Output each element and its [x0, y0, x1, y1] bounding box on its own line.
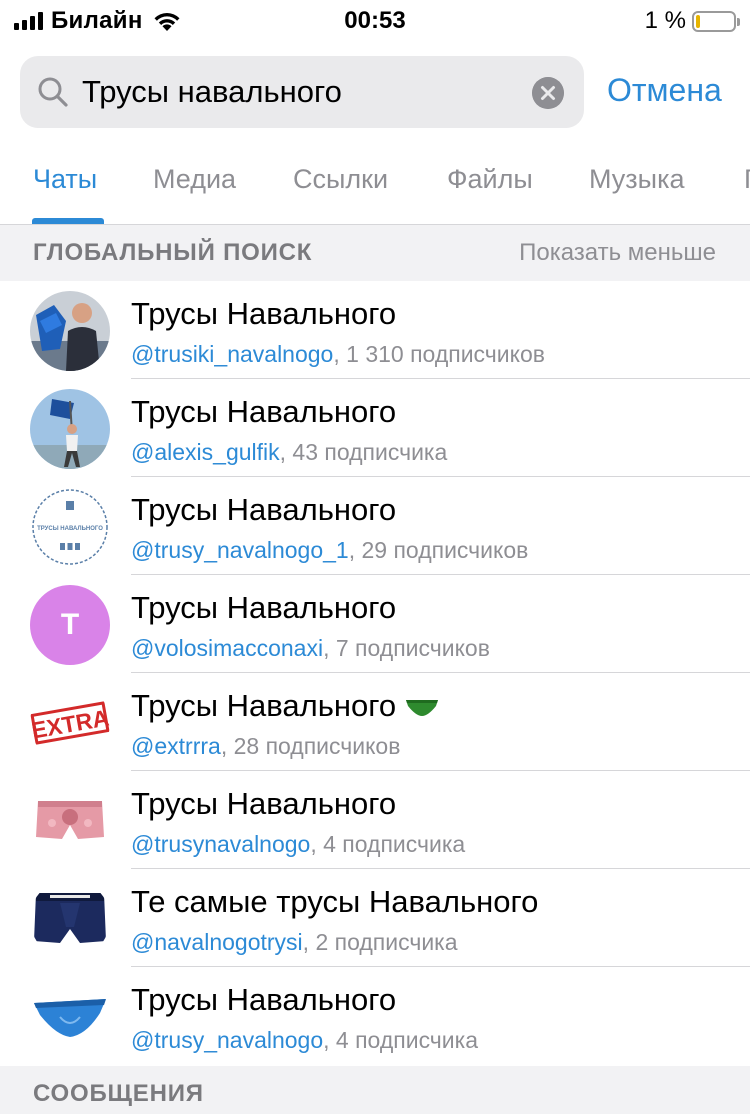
avatar [30, 781, 110, 861]
chat-handle[interactable]: @navalnogotrysi [131, 929, 303, 955]
subscriber-count: , 4 подписчика [310, 831, 466, 857]
photo-man-with-flag-icon [30, 389, 110, 469]
chat-title: Те самые трусы Навального [131, 884, 539, 919]
list-item[interactable]: ТРУСЫ НАВАЛЬНОГО Трусы Навального @trusy… [0, 477, 750, 575]
section-title: ГЛОБАЛЬНЫЙ ПОИСК [33, 239, 313, 266]
avatar: EXTRA [30, 683, 110, 763]
chat-handle[interactable]: @trusy_navalnogo [131, 1027, 323, 1053]
chat-meta: @trusynavalnogo, 4 подписчика [131, 831, 465, 858]
letter-avatar: Т [30, 585, 110, 665]
list-item[interactable]: Те самые трусы Навального @navalnogotrys… [0, 869, 750, 967]
list-item[interactable]: Трусы Навального @trusiki_navalnogo, 1 3… [0, 281, 750, 379]
chat-title: Трусы Навального [131, 296, 397, 331]
chat-title-text: Трусы Навального [131, 688, 397, 723]
list-item[interactable]: EXTRA Трусы Навального @extrrra, 28 подп… [0, 673, 750, 771]
stamp-logo-icon: ТРУСЫ НАВАЛЬНОГО [30, 487, 110, 567]
chat-handle[interactable]: @volosimacconaxi [131, 635, 323, 661]
photo-man-with-shorts-icon [30, 291, 110, 371]
search-input[interactable] [82, 70, 522, 114]
tab-links[interactable]: Ссылки [293, 164, 388, 195]
chat-meta: @alexis_gulfik, 43 подписчика [131, 439, 447, 466]
chat-meta: @volosimacconaxi, 7 подписчиков [131, 635, 490, 662]
chat-title: Трусы Навального [131, 590, 397, 625]
tab-files[interactable]: Файлы [447, 164, 533, 195]
pink-boxers-icon [30, 781, 110, 861]
subscriber-count: , 4 подписчика [323, 1027, 478, 1053]
search-tabs: Чаты Медиа Ссылки Файлы Музыка Г [0, 150, 750, 224]
list-item[interactable]: Трусы Навального @trusy_navalnogo, 4 под… [0, 967, 750, 1065]
avatar [30, 879, 110, 959]
green-briefs-icon [406, 699, 439, 716]
avatar [30, 977, 110, 1057]
chat-handle[interactable]: @trusynavalnogo [131, 831, 310, 857]
chat-title: Трусы Навального [131, 394, 397, 429]
chat-title: Трусы Навального [131, 492, 397, 527]
subscriber-count: , 43 подписчика [279, 439, 448, 465]
subscriber-count: , 28 подписчиков [220, 733, 401, 759]
subscriber-count: , 1 310 подписчиков [333, 341, 545, 367]
chat-title: Трусы Навального [131, 688, 440, 724]
subscriber-count: , 2 подписчика [302, 929, 458, 955]
list-item[interactable]: Т Трусы Навального @volosimacconaxi, 7 п… [0, 575, 750, 673]
subscriber-count: , 29 подписчиков [348, 537, 529, 563]
search-bar[interactable] [20, 56, 584, 128]
tab-music[interactable]: Музыка [589, 164, 685, 195]
status-bar: Билайн 00:53 1 % [0, 0, 750, 42]
avatar: ТРУСЫ НАВАЛЬНОГО [30, 487, 110, 567]
chat-handle[interactable]: @trusiki_navalnogo [131, 341, 333, 367]
avatar [30, 291, 110, 371]
clear-search-icon[interactable] [532, 77, 564, 109]
global-results-list: Трусы Навального @trusiki_navalnogo, 1 3… [0, 281, 750, 1065]
chat-handle[interactable]: @alexis_gulfik [131, 439, 280, 465]
battery-percent: 1 % [644, 7, 686, 34]
clock: 00:53 [344, 7, 406, 34]
global-search-header: ГЛОБАЛЬНЫЙ ПОИСК Показать меньше [0, 225, 750, 281]
battery-icon [692, 10, 740, 32]
chat-meta: @trusy_navalnogo, 4 подписчика [131, 1027, 478, 1054]
avatar: Т [30, 585, 110, 665]
show-less-button[interactable]: Показать меньше [519, 239, 716, 267]
search-icon [38, 77, 68, 107]
chat-meta: @navalnogotrysi, 2 подписчика [131, 929, 458, 956]
tab-media[interactable]: Медиа [153, 164, 236, 195]
chat-meta: @trusy_navalnogo_1, 29 подписчиков [131, 537, 528, 564]
tab-chats[interactable]: Чаты [33, 164, 97, 195]
section-title: СООБЩЕНИЯ [33, 1080, 204, 1107]
list-item[interactable]: Трусы Навального @trusynavalnogo, 4 подп… [0, 771, 750, 869]
chat-title: Трусы Навального [131, 982, 397, 1017]
chat-meta: @extrrra, 28 подписчиков [131, 733, 400, 760]
messages-header: СООБЩЕНИЯ [0, 1066, 750, 1114]
cancel-button[interactable]: Отмена [607, 72, 722, 109]
tab-next-partial[interactable]: Г [744, 164, 750, 195]
chat-handle[interactable]: @extrrra [131, 733, 221, 759]
subscriber-count: , 7 подписчиков [323, 635, 490, 661]
stamp-text: ТРУСЫ НАВАЛЬНОГО [37, 526, 103, 532]
avatar [30, 389, 110, 469]
status-right: 1 % [644, 7, 740, 34]
chat-handle[interactable]: @trusy_navalnogo_1 [131, 537, 349, 563]
list-item[interactable]: Трусы Навального @alexis_gulfik, 43 подп… [0, 379, 750, 477]
chat-title: Трусы Навального [131, 786, 397, 821]
chat-meta: @trusiki_navalnogo, 1 310 подписчиков [131, 341, 545, 368]
extra-stamp-icon: EXTRA [30, 683, 110, 763]
blue-briefs-icon [30, 977, 110, 1057]
navy-boxer-briefs-icon [30, 879, 110, 959]
